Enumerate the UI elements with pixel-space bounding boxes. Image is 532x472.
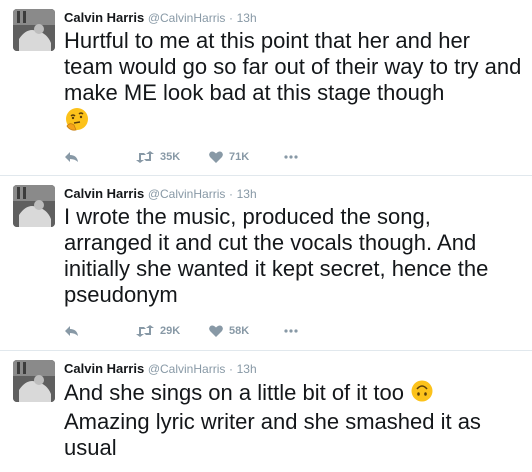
heart-icon <box>209 151 223 163</box>
display-name[interactable]: Calvin Harris <box>64 361 144 376</box>
reply-button[interactable] <box>64 322 80 340</box>
display-name[interactable]: Calvin Harris <box>64 186 144 201</box>
retweet-count: 29K <box>160 325 181 337</box>
tweet-text: Hurtful to me at this point that her and… <box>64 28 524 138</box>
username[interactable]: @CalvinHarris <box>148 362 226 376</box>
tweet-body: Hurtful to me at this point that her and… <box>64 28 522 105</box>
separator: · <box>228 11 233 25</box>
tweet-body-part-2: Amazing lyric writer and she smashed it … <box>64 409 481 460</box>
timestamp[interactable]: 13h <box>237 362 257 376</box>
reply-button[interactable] <box>64 148 80 166</box>
like-count: 58K <box>229 325 250 337</box>
avatar[interactable] <box>13 9 55 51</box>
tweet-header: Calvin Harris @CalvinHarris · 13h <box>64 10 257 26</box>
upside-down-face-emoji <box>410 379 434 409</box>
like-count: 71K <box>229 151 250 163</box>
username[interactable]: @CalvinHarris <box>148 11 226 25</box>
separator: · <box>228 362 233 376</box>
avatar[interactable] <box>13 185 55 227</box>
tweet-text: And she sings on a little bit of it too … <box>64 379 524 461</box>
display-name[interactable]: Calvin Harris <box>64 10 144 25</box>
heart-icon <box>209 325 223 337</box>
retweet-count: 35K <box>160 151 181 163</box>
more-icon <box>284 329 298 333</box>
tweet-body: I wrote the music, produced the song, ar… <box>64 204 489 307</box>
username[interactable]: @CalvinHarris <box>148 187 226 201</box>
timestamp[interactable]: 13h <box>237 11 257 25</box>
tweet-3: Calvin Harris @CalvinHarris · 13h And sh… <box>0 351 532 472</box>
reply-icon <box>65 152 78 162</box>
avatar[interactable] <box>13 360 55 402</box>
retweet-button[interactable]: 35K <box>136 148 180 166</box>
thinking-face-emoji <box>64 106 90 138</box>
retweet-button[interactable]: 29K <box>136 322 180 340</box>
more-button[interactable] <box>284 148 298 166</box>
tweet-text: I wrote the music, produced the song, ar… <box>64 204 524 308</box>
more-button[interactable] <box>284 322 298 340</box>
retweet-icon <box>136 325 154 337</box>
like-button[interactable]: 58K <box>209 322 249 340</box>
tweet-body-part-1: And she sings on a little bit of it too <box>64 379 404 405</box>
like-button[interactable]: 71K <box>209 148 249 166</box>
tweet-header: Calvin Harris @CalvinHarris · 13h <box>64 361 257 377</box>
tweet-2: Calvin Harris @CalvinHarris · 13h I wrot… <box>0 176 532 351</box>
tweet-header: Calvin Harris @CalvinHarris · 13h <box>64 186 257 202</box>
timestamp[interactable]: 13h <box>237 187 257 201</box>
retweet-icon <box>136 151 154 163</box>
more-icon <box>284 155 298 159</box>
reply-icon <box>65 326 78 336</box>
separator: · <box>228 187 233 201</box>
tweet-1: Calvin Harris @CalvinHarris · 13h Hurtfu… <box>0 0 532 176</box>
